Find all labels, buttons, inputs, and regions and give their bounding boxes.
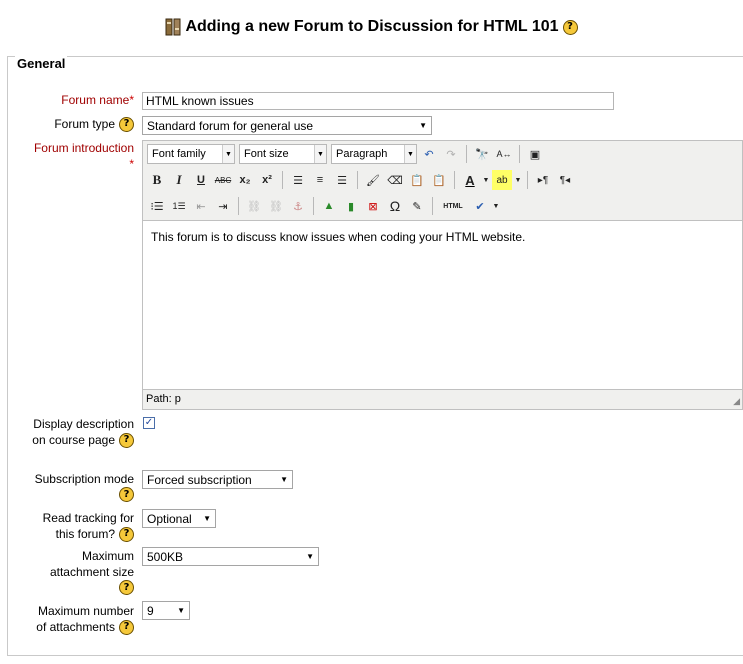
anchor-icon[interactable]: ⚓ [288,196,308,216]
align-center-icon[interactable]: ≡ [310,170,330,190]
help-icon[interactable] [119,116,134,132]
paste-word-icon[interactable]: 📋 [429,170,449,190]
editor-content[interactable]: This forum is to discuss know issues whe… [143,220,742,390]
italic-button[interactable]: I [169,170,189,190]
forum-type-select[interactable]: Standard forum for general use ▼ [142,116,432,135]
toolbar-row-1: Font family ▼ Font size ▼ Paragraph ▼ ↶ ↷ 🔭… [147,143,545,165]
chevron-down-icon: ▼ [419,121,427,130]
html-source-button[interactable]: HTML [438,196,468,216]
general-legend: General [15,56,68,71]
superscript-button[interactable]: x² [257,170,277,190]
rtl-icon[interactable]: ¶◂ [555,170,575,190]
subscription-label: Subscription mode [35,471,134,502]
align-left-icon[interactable]: ☰ [288,170,308,190]
toolbar-row-3: ⁝☰ 1☰ ⇤ ⇥ ⛓ ⛓ ⚓ ▲ ▮ ⊠ Ω ✎ HTML ✔ ▼ [147,195,500,217]
font-size-select[interactable]: Font size ▼ [239,144,327,164]
editor-path: Path: p [146,393,181,405]
find-icon[interactable]: 🔭 [472,144,492,164]
read-tracking-label: Read tracking for this forum? [43,510,134,542]
chevron-down-icon[interactable]: ▼ [514,170,522,190]
help-icon[interactable] [562,19,578,35]
chevron-down-icon: ▼ [222,145,234,163]
bold-button[interactable]: B [147,170,167,190]
max-attach-num-select[interactable]: 9 ▼ [142,601,190,620]
strikethrough-button[interactable]: ABC [213,170,233,190]
forum-type-label: Forum type [54,116,134,132]
toolbar-row-2: B I U ABC x₂ x² ☰ ≡ ☰ 🖌 ⌫ 📋 📋 A ▼ ab ▼ ▸… [147,169,575,191]
font-family-select[interactable]: Font family ▼ [147,144,235,164]
ltr-icon[interactable]: ▸¶ [533,170,553,190]
required-star: * [129,157,134,171]
chevron-down-icon: ▼ [314,145,326,163]
spellcheck-icon[interactable]: ✔ [470,196,490,216]
required-star: * [129,93,134,107]
align-right-icon[interactable]: ☰ [332,170,352,190]
max-attach-num-label: Maximum number of attachments [36,603,134,635]
forum-intro-label: Forum introduction * [33,141,134,171]
outdent-icon[interactable]: ⇤ [191,196,211,216]
underline-button[interactable]: U [191,170,211,190]
display-desc-label: Display description on course page [32,416,134,448]
subscription-select[interactable]: Forced subscription ▼ [142,470,293,489]
bullet-list-icon[interactable]: ⁝☰ [147,196,167,216]
edit-icon[interactable]: ✎ [407,196,427,216]
numbered-list-icon[interactable]: 1☰ [169,196,189,216]
unlink-icon[interactable]: ⛓ [266,196,286,216]
help-icon[interactable] [119,487,134,502]
chevron-down-icon: ▼ [177,606,185,615]
max-attach-size-label: Maximum attachment size [50,548,134,595]
chevron-down-icon[interactable]: ▼ [492,196,500,216]
paste-text-icon[interactable]: 📋 [407,170,427,190]
special-char-button[interactable]: Ω [385,196,405,216]
fullscreen-icon[interactable]: ▣ [525,144,545,164]
chevron-down-icon[interactable]: ▼ [482,170,490,190]
undo-icon[interactable]: ↶ [419,144,439,164]
eraser-icon[interactable]: ⌫ [385,170,405,190]
cleanup-icon[interactable]: 🖌 [363,170,383,190]
media-icon[interactable]: ▮ [341,196,361,216]
chevron-down-icon: ▼ [306,552,314,561]
replace-icon[interactable]: A↔ [494,144,514,164]
nolink-icon[interactable]: ⊠ [363,196,383,216]
forum-icon [165,18,181,36]
display-desc-checkbox[interactable]: ✓ [143,417,155,429]
forum-name-label: Forum name* [61,93,134,107]
help-icon[interactable] [119,580,134,595]
help-icon[interactable] [119,526,134,542]
help-icon[interactable] [119,432,134,448]
help-icon[interactable] [119,619,134,635]
subscript-button[interactable]: x₂ [235,170,255,190]
forum-name-input[interactable] [142,92,614,110]
text-color-icon[interactable]: A [460,170,480,190]
indent-icon[interactable]: ⇥ [213,196,233,216]
page-title-text: Adding a new Forum to Discussion for HTM… [185,18,559,35]
chevron-down-icon: ▼ [404,145,416,163]
resize-handle-icon[interactable]: ◢ [733,396,740,407]
html-editor: Font family ▼ Font size ▼ Paragraph ▼ ↶ ↷ 🔭… [142,140,743,410]
link-icon[interactable]: ⛓ [244,196,264,216]
image-icon[interactable]: ▲ [319,196,339,216]
page-title: Adding a new Forum to Discussion for HTM… [0,18,743,36]
read-tracking-select[interactable]: Optional ▼ [142,509,216,528]
format-select[interactable]: Paragraph ▼ [331,144,417,164]
max-attach-size-select[interactable]: 500KB ▼ [142,547,319,566]
chevron-down-icon: ▼ [203,514,211,523]
highlight-color-icon[interactable]: ab [492,170,512,190]
chevron-down-icon: ▼ [280,475,288,484]
redo-icon[interactable]: ↷ [441,144,461,164]
